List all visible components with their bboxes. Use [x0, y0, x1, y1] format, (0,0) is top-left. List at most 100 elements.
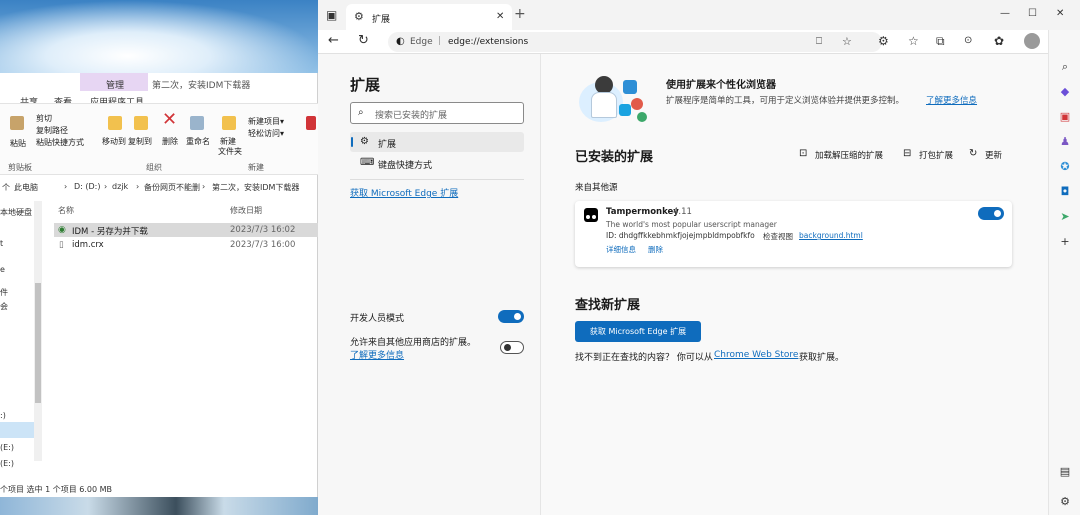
- paste-shortcut-button[interactable]: 粘贴快捷方式: [36, 137, 84, 148]
- url-text: edge://extensions: [448, 37, 529, 47]
- keyboard-icon: ⌨: [360, 157, 375, 168]
- chrome-web-store-link[interactable]: Chrome Web Store: [714, 350, 798, 360]
- tab-actions-icon[interactable]: ▣: [326, 9, 337, 21]
- nav-item[interactable]: e: [0, 265, 5, 274]
- nav-extensions[interactable]: [350, 132, 524, 152]
- divider: [350, 179, 524, 180]
- nav-keyboard-shortcuts[interactable]: 键盘快捷方式: [378, 158, 432, 171]
- refresh-icon[interactable]: ↻: [358, 34, 369, 47]
- extension-name: Tampermonkey: [606, 207, 679, 217]
- shopping-icon[interactable]: ▣: [1058, 110, 1072, 124]
- address-part[interactable]: D: (D:): [74, 182, 101, 191]
- tab-manage-label: 管理: [106, 81, 125, 91]
- dev-mode-toggle[interactable]: [498, 310, 524, 323]
- copy-path-button[interactable]: 复制路径: [36, 125, 68, 136]
- title-bar: ▣ ⚙ 扩展 ✕ + — ☐ ✕: [318, 0, 1080, 30]
- settings-gear-icon[interactable]: ⚙: [1058, 495, 1072, 509]
- address-bar[interactable]: ◐ Edge | edge://extensions ⎕ ☆: [388, 32, 882, 52]
- new-tab-icon[interactable]: +: [514, 7, 526, 21]
- nav-item[interactable]: t: [0, 239, 3, 248]
- nav-item[interactable]: :): [0, 411, 6, 420]
- close-window-button[interactable]: ✕: [1056, 8, 1064, 20]
- back-icon[interactable]: ←: [328, 34, 339, 47]
- status-bar: 个项目 选中 1 个项目 6.00 MB: [0, 485, 113, 494]
- wallpaper-ground: [0, 497, 320, 515]
- address-part: ›: [104, 182, 108, 191]
- delete-button[interactable]: 删除: [162, 136, 178, 147]
- favorite-star-icon[interactable]: ☆: [842, 36, 852, 48]
- new-item-button[interactable]: 新建项目▾: [248, 116, 284, 127]
- extensions-icon[interactable]: ⚙: [878, 35, 889, 47]
- search-input[interactable]: ⌕ 搜索已安装的扩展: [350, 102, 524, 124]
- add-sidebar-icon[interactable]: +: [1058, 235, 1072, 249]
- tab-manage[interactable]: 管理: [80, 73, 148, 91]
- address-part[interactable]: 第二次，安装IDM下载器: [212, 182, 299, 193]
- from-other-sources: 来自其他源: [575, 183, 618, 193]
- tab-extensions[interactable]: ⚙ 扩展 ✕: [346, 4, 512, 30]
- maximize-button[interactable]: ☐: [1028, 8, 1037, 20]
- feedback-icon[interactable]: ▤: [1058, 465, 1072, 479]
- get-extensions-button[interactable]: 获取 Microsoft Edge 扩展: [575, 321, 701, 342]
- avatar[interactable]: [1024, 33, 1040, 49]
- cut-button[interactable]: 剪切: [36, 113, 52, 124]
- extension-description: The world's most popular userscript mana…: [606, 220, 777, 229]
- allow-other-stores-toggle[interactable]: [500, 341, 524, 354]
- tab-title: 扩展: [372, 15, 391, 25]
- file-row[interactable]: ▯ idm.crx 2023/7/3 16:00: [54, 238, 318, 252]
- tab-close-icon[interactable]: ✕: [496, 11, 504, 23]
- promo-learn-more-link[interactable]: 了解更多信息: [926, 94, 977, 106]
- downloads-icon[interactable]: ⊙: [964, 35, 972, 47]
- update-button[interactable]: 更新: [985, 149, 1002, 161]
- new-folder-icon: [222, 116, 236, 130]
- group-new: 新建: [248, 163, 264, 172]
- address-part: 个: [2, 183, 10, 192]
- background-page-link[interactable]: background.html: [799, 231, 863, 240]
- rename-button[interactable]: 重命名: [186, 136, 210, 147]
- copilot-icon[interactable]: ✿: [994, 35, 1004, 47]
- update-icon: ↻: [969, 148, 978, 159]
- search-icon[interactable]: ⌕: [1058, 60, 1072, 74]
- nav-extensions-label: 扩展: [378, 140, 397, 150]
- read-aloud-icon[interactable]: ⎕: [816, 36, 822, 48]
- tools-icon[interactable]: ♟: [1058, 135, 1072, 149]
- address-part[interactable]: 此电脑: [14, 182, 38, 193]
- nav-item[interactable]: 会: [0, 301, 8, 312]
- collections-icon[interactable]: ⧉: [936, 35, 945, 47]
- nav-item-selected[interactable]: [0, 422, 34, 438]
- address-part[interactable]: 备份网页不能删: [144, 182, 200, 193]
- nav-item[interactable]: 件: [0, 287, 8, 298]
- delete-icon: ✕: [162, 109, 178, 130]
- get-extensions-link[interactable]: 获取 Microsoft Edge 扩展: [350, 186, 458, 199]
- move-to-button[interactable]: 移动到: [102, 136, 126, 147]
- file-date: 2023/7/3 16:02: [230, 225, 296, 235]
- nav-item[interactable]: (E:): [0, 459, 14, 468]
- file-row[interactable]: ◉ IDM - 另存为并下载 2023/7/3 16:02: [54, 223, 318, 237]
- promo-text: 扩展程序是简单的工具，可用于定义浏览体验并提供更多控制。: [666, 96, 905, 106]
- nav-item[interactable]: (E:): [0, 443, 14, 452]
- details-link[interactable]: 详细信息: [606, 244, 636, 255]
- more-info-link[interactable]: 了解更多信息: [350, 348, 404, 361]
- discover-icon[interactable]: ◆: [1058, 85, 1072, 99]
- remove-link[interactable]: 删除: [648, 244, 663, 255]
- nav-item[interactable]: 本地硬盘: [0, 207, 32, 218]
- pack-extension-button[interactable]: 打包扩展: [919, 149, 953, 161]
- inspect-views-label: 检查视图: [763, 232, 793, 241]
- extension-enable-toggle[interactable]: [978, 207, 1004, 220]
- minimize-button[interactable]: —: [1000, 8, 1010, 20]
- left-pane: 扩展 ⌕ 搜索已安装的扩展 ⚙ 扩展 ⌨ 键盘快捷方式 获取 Microsoft…: [318, 54, 541, 515]
- drop-icon[interactable]: ➤: [1058, 210, 1072, 224]
- address-bar[interactable]: 个 此电脑 › D: (D:) › dzjk › 备份网页不能删 › 第二次，安…: [0, 179, 318, 197]
- games-icon[interactable]: ✪: [1058, 160, 1072, 174]
- paste-button[interactable]: 粘贴: [10, 138, 26, 149]
- column-date[interactable]: 修改日期: [230, 205, 262, 216]
- address-part[interactable]: dzjk: [112, 182, 128, 191]
- copy-to-button[interactable]: 复制到: [128, 136, 152, 147]
- easy-access-button[interactable]: 轻松访问▾: [248, 128, 284, 139]
- favorites-icon[interactable]: ☆: [908, 35, 919, 47]
- column-name[interactable]: 名称: [58, 205, 74, 216]
- nav-scrollbar-thumb[interactable]: [35, 283, 41, 403]
- ribbon-tab-strip: 管理 第二次，安装IDM下载器 共享 查看 应用程序工具: [0, 73, 317, 108]
- load-unpacked-button[interactable]: 加载解压缩的扩展: [815, 149, 883, 161]
- file-name: idm.crx: [72, 240, 104, 250]
- outlook-icon[interactable]: ◘: [1058, 185, 1072, 199]
